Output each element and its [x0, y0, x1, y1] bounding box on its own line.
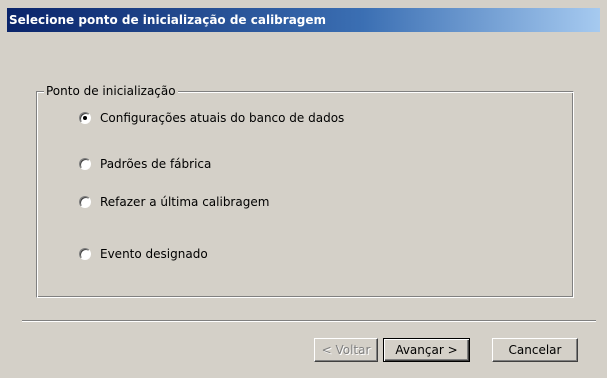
back-button[interactable]: < Voltar: [314, 338, 378, 362]
radio-button-icon[interactable]: [79, 112, 91, 124]
radio-label: Configurações atuais do banco de dados: [100, 111, 345, 125]
next-button[interactable]: Avançar >: [383, 338, 470, 362]
radio-label: Padrões de fábrica: [100, 157, 212, 171]
dialog-title-bar: Selecione ponto de inicialização de cali…: [7, 8, 600, 32]
radio-label: Evento designado: [100, 247, 208, 261]
radio-button-icon[interactable]: [79, 248, 91, 260]
radio-redo-last-calibration[interactable]: Refazer a última calibragem: [79, 194, 269, 210]
separator: [22, 320, 596, 322]
group-legend: Ponto de inicialização: [44, 83, 178, 99]
cancel-button[interactable]: Cancelar: [492, 338, 578, 362]
radio-label: Refazer a última calibragem: [100, 195, 270, 209]
radio-button-icon[interactable]: [79, 196, 91, 208]
radio-button-icon[interactable]: [79, 158, 91, 170]
dialog-title: Selecione ponto de inicialização de cali…: [9, 13, 327, 27]
radio-factory-defaults[interactable]: Padrões de fábrica: [79, 156, 211, 172]
radio-current-database-settings[interactable]: Configurações atuais do banco de dados: [79, 110, 344, 126]
radio-designated-event[interactable]: Evento designado: [79, 246, 208, 262]
